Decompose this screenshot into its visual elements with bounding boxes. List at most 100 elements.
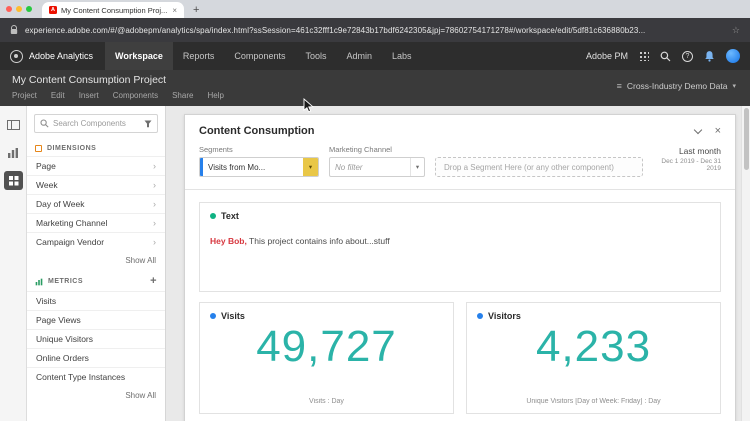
components-icon[interactable] (3, 171, 23, 190)
nav-item-components[interactable]: Components (224, 42, 295, 70)
chevron-right-icon[interactable]: › (153, 180, 156, 190)
metric-item-visits[interactable]: Visits (27, 291, 165, 310)
date-range-selector[interactable]: Last month Dec 1 2019 - Dec 31 2019 (653, 145, 721, 172)
search-icon[interactable] (660, 51, 671, 62)
visits-summary-card[interactable]: Visits 49,727 Visits : Day (199, 302, 454, 414)
dimensions-header: DIMENSIONS (27, 140, 165, 156)
visitors-summary-card[interactable]: Visitors 4,233 Unique Visitors [Day of W… (466, 302, 721, 414)
adobe-analytics-logo-icon (10, 49, 23, 63)
user-avatar[interactable] (726, 49, 740, 63)
dimension-item-day-of-week[interactable]: Day of Week › (27, 194, 165, 213)
dataset-selector[interactable]: ≡ Cross-Industry Demo Data ▾ (617, 81, 736, 91)
left-icon-rail (0, 106, 27, 421)
nav-item-reports[interactable]: Reports (173, 42, 225, 70)
metric-item-online-orders[interactable]: Online Orders (27, 348, 165, 367)
metric-item-content-type-instances[interactable]: Content Type Instances (27, 367, 165, 386)
visualizations-icon[interactable] (4, 143, 23, 162)
maximize-window-icon[interactable] (26, 5, 32, 12)
menu-help[interactable]: Help (207, 91, 223, 100)
metrics-show-all[interactable]: Show All (27, 386, 165, 406)
nav-item-tools[interactable]: Tools (295, 42, 336, 70)
summary-caption: Visits : Day (309, 398, 344, 405)
text-rest: This project contains info about...stuff (246, 236, 390, 246)
project-menu: Project Edit Insert Components Share Hel… (12, 91, 738, 100)
minimize-window-icon[interactable] (16, 5, 22, 12)
text-viz-header: Text (210, 211, 710, 221)
dimension-item-page[interactable]: Page › (27, 156, 165, 175)
components-sidebar: DIMENSIONS Page› Week› Day of Week› Mark… (27, 106, 166, 421)
menu-edit[interactable]: Edit (51, 91, 65, 100)
dimension-item-campaign-vendor[interactable]: Campaign Vendor › (27, 232, 165, 251)
summary-value: 49,727 (256, 322, 397, 371)
scrollbar-thumb[interactable] (743, 108, 749, 170)
nav-item-labs[interactable]: Labs (382, 42, 422, 70)
segment-value: Visits from Mo... (208, 162, 266, 172)
search-icon (40, 119, 49, 128)
date-range-label: Last month (678, 146, 721, 156)
dimension-item-marketing-channel[interactable]: Marketing Channel › (27, 213, 165, 232)
close-tab-icon[interactable]: × (172, 6, 177, 15)
dimensions-show-all[interactable]: Show All (27, 251, 165, 271)
segments-label: Segments (199, 145, 233, 154)
card-title: Visitors (488, 311, 521, 321)
chevron-right-icon[interactable]: › (153, 199, 156, 209)
dimension-icon (35, 145, 42, 152)
menu-project[interactable]: Project (12, 91, 37, 100)
dimension-item-week[interactable]: Week › (27, 175, 165, 194)
app-switcher-icon[interactable] (639, 51, 649, 61)
nav-item-workspace[interactable]: Workspace (105, 42, 173, 70)
text-highlight: Hey Bob, (210, 236, 247, 246)
bell-icon[interactable] (704, 50, 715, 62)
brand[interactable]: Adobe Analytics (10, 49, 93, 63)
bookmark-star-icon[interactable]: ☆ (732, 25, 740, 36)
segment-drop-zone[interactable]: Drop a Segment Here (or any other compon… (435, 157, 643, 177)
card-header: Visits (210, 311, 443, 321)
help-icon[interactable]: ? (682, 50, 693, 62)
card-header: Visitors (477, 311, 710, 321)
component-search[interactable] (34, 114, 158, 133)
filter-funnel-icon[interactable] (144, 120, 152, 128)
panels-icon[interactable] (4, 115, 23, 134)
search-input[interactable] (53, 119, 140, 128)
workspace-canvas: Content Consumption × Segments Visits fr… (166, 106, 750, 421)
new-tab-button[interactable]: + (193, 4, 199, 18)
chevron-right-icon[interactable]: › (153, 161, 156, 171)
viz-type-dot-icon (210, 213, 216, 219)
menu-share[interactable]: Share (172, 91, 193, 100)
collapse-panel-icon[interactable] (693, 125, 702, 134)
summary-value: 4,233 (535, 322, 652, 371)
add-metric-button[interactable]: + (150, 276, 157, 287)
text-visualization[interactable]: Text Hey Bob, This project contains info… (199, 202, 721, 292)
metrics-header: METRICS + (27, 271, 165, 291)
adobe-favicon: A (49, 6, 57, 14)
chevron-right-icon[interactable]: › (153, 218, 156, 228)
viz-type-dot-icon (477, 313, 483, 319)
url-text[interactable]: experience.adobe.com/#/@adobepm/analytic… (25, 26, 725, 35)
metric-item-unique-visitors[interactable]: Unique Visitors (27, 329, 165, 348)
viz-type-dot-icon (210, 313, 216, 319)
nav-right: Adobe PM ? (586, 49, 740, 63)
project-bar: My Content Consumption Project Project E… (0, 70, 750, 106)
card-title: Visits (221, 311, 245, 321)
filter-value: No filter (335, 162, 363, 172)
segment-dropdown[interactable]: Visits from Mo... ▾ (199, 157, 319, 177)
close-panel-icon[interactable]: × (715, 125, 721, 137)
vertical-scrollbar[interactable] (741, 106, 750, 421)
menu-components[interactable]: Components (113, 91, 158, 100)
lock-icon (10, 25, 18, 34)
close-window-icon[interactable] (6, 5, 12, 12)
chevron-down-icon[interactable]: ▾ (303, 158, 318, 176)
chevron-right-icon[interactable]: › (153, 237, 156, 247)
marketing-channel-label: Marketing Channel (329, 145, 392, 154)
window-controls[interactable] (6, 0, 32, 18)
chevron-down-icon[interactable]: ▾ (410, 158, 424, 176)
marketing-channel-dropdown[interactable]: No filter ▾ (329, 157, 425, 177)
date-range-value: Dec 1 2019 - Dec 31 2019 (661, 158, 721, 172)
browser-address-bar[interactable]: experience.adobe.com/#/@adobepm/analytic… (0, 18, 750, 42)
summary-caption: Unique Visitors [Day of Week: Friday] : … (526, 398, 661, 405)
segment-row: Segments Visits from Mo... ▾ Marketing C… (185, 143, 735, 190)
browser-tab[interactable]: A My Content Consumption Proj... × (42, 2, 184, 18)
nav-item-admin[interactable]: Admin (336, 42, 382, 70)
metric-item-page-views[interactable]: Page Views (27, 310, 165, 329)
menu-insert[interactable]: Insert (79, 91, 99, 100)
